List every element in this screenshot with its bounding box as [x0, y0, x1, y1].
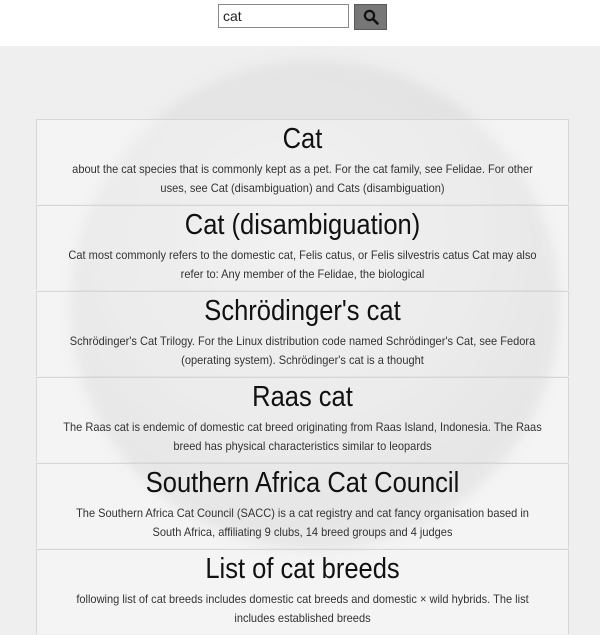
result-title[interactable]: Schrödinger's cat	[69, 293, 536, 329]
result-snippet: following list of cat breeds includes do…	[76, 592, 529, 625]
result-item[interactable]: List of cat breeds following list of cat…	[36, 549, 569, 634]
search-icon	[363, 9, 379, 25]
result-title[interactable]: Raas cat	[69, 379, 536, 415]
result-title[interactable]: Cat	[69, 121, 536, 157]
result-snippet: about the cat species that is commonly k…	[72, 162, 533, 195]
result-item[interactable]: Schrödinger's cat Schrödinger's Cat Tril…	[36, 291, 569, 376]
search-bar	[0, 0, 600, 46]
results-list: Cat about the cat species that is common…	[36, 119, 569, 635]
result-item[interactable]: Raas cat The Raas cat is endemic of dome…	[36, 377, 569, 462]
result-title[interactable]: Southern Africa Cat Council	[69, 465, 536, 501]
result-item[interactable]: Cat about the cat species that is common…	[36, 119, 569, 204]
result-item[interactable]: Southern Africa Cat Council The Southern…	[36, 463, 569, 548]
result-snippet: Cat most commonly refers to the domestic…	[68, 248, 537, 281]
result-title[interactable]: Cat (disambiguation)	[69, 207, 536, 243]
result-snippet: Schrödinger's Cat Trilogy. For the Linux…	[69, 334, 536, 367]
result-snippet: The Raas cat is endemic of domestic cat …	[63, 420, 542, 453]
result-item[interactable]: Cat (disambiguation) Cat most commonly r…	[36, 205, 569, 290]
result-snippet: The Southern Africa Cat Council (SACC) i…	[76, 506, 529, 539]
result-title[interactable]: List of cat breeds	[69, 551, 536, 587]
search-input[interactable]	[218, 4, 349, 28]
search-button[interactable]	[354, 4, 387, 30]
